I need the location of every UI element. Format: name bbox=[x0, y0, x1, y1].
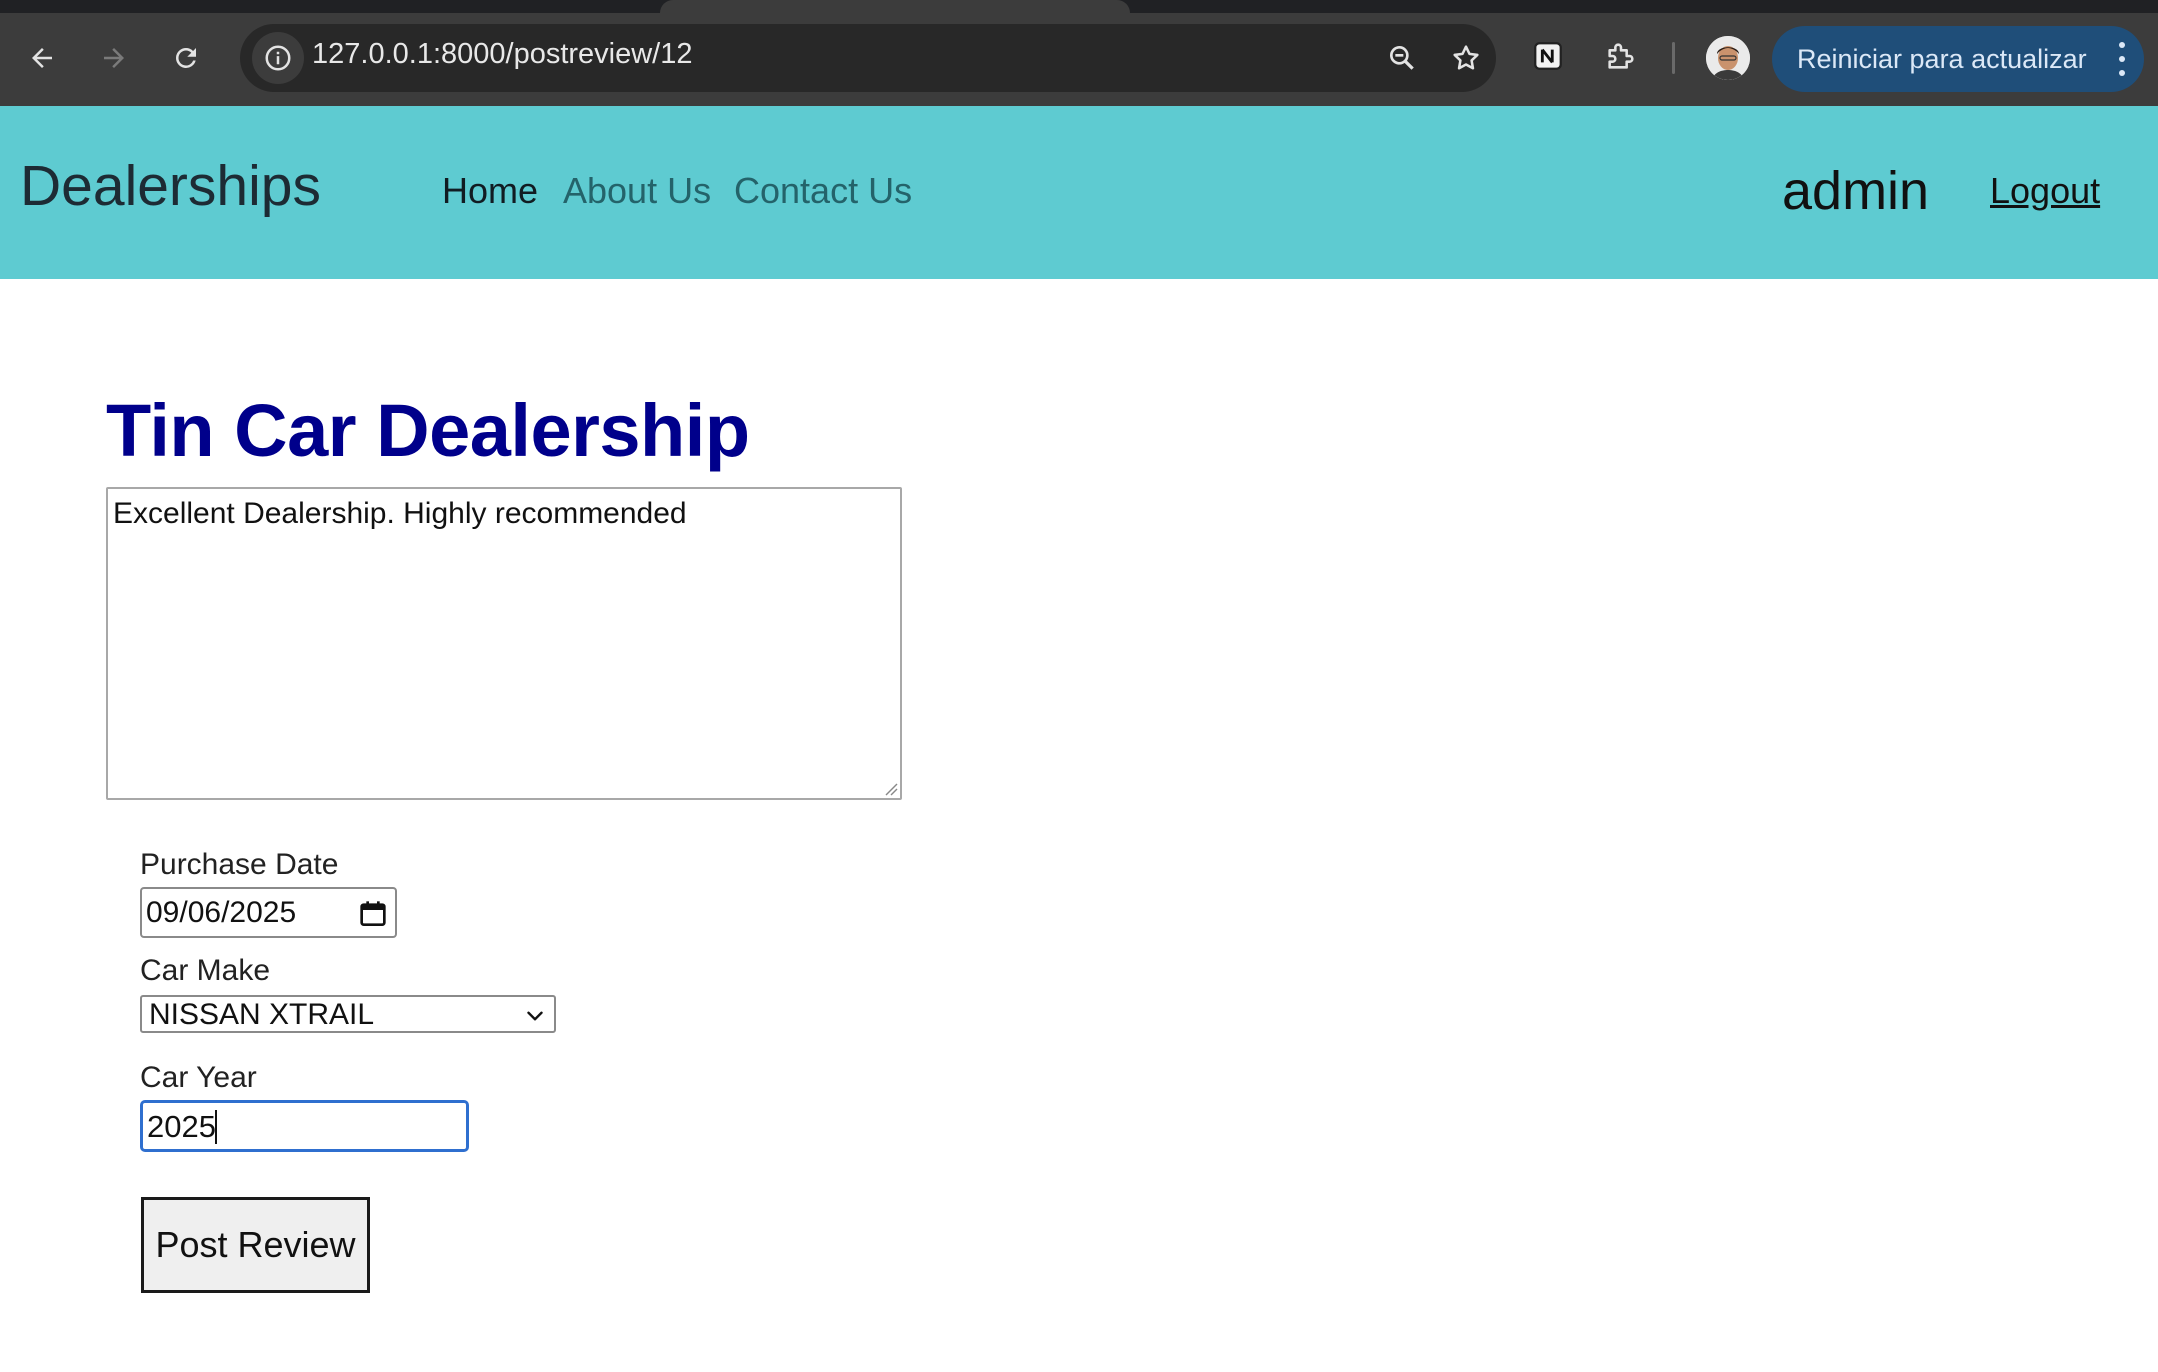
bookmark-button[interactable] bbox=[1444, 36, 1488, 80]
nav-link-home[interactable]: Home bbox=[442, 170, 538, 212]
car-make-selected-value: NISSAN XTRAIL bbox=[149, 998, 375, 1031]
review-textarea[interactable]: Excellent Dealership. Highly recommended bbox=[106, 487, 902, 800]
forward-button[interactable] bbox=[86, 30, 142, 86]
brand-logo-text[interactable]: Dealerships bbox=[20, 153, 321, 219]
info-icon bbox=[265, 45, 291, 71]
notion-extension-button[interactable] bbox=[1526, 34, 1570, 78]
car-year-input[interactable]: 2025 bbox=[140, 1100, 469, 1152]
reload-button[interactable] bbox=[158, 30, 214, 86]
relaunch-update-label: Reiniciar para actualizar bbox=[1797, 43, 2087, 74]
notion-icon bbox=[1534, 42, 1562, 70]
address-bar[interactable]: 127.0.0.1:8000/postreview/12 bbox=[240, 24, 1496, 92]
car-make-label: Car Make bbox=[140, 954, 271, 987]
nav-link-about-us[interactable]: About Us bbox=[563, 170, 711, 212]
car-make-select[interactable]: NISSAN XTRAIL bbox=[140, 995, 556, 1033]
active-tab[interactable] bbox=[660, 0, 1130, 13]
zoom-button[interactable] bbox=[1380, 36, 1424, 80]
reload-icon bbox=[176, 47, 196, 68]
purchase-date-input[interactable]: 09/06/2025 bbox=[140, 887, 397, 938]
site-navbar: Dealerships Home About Us Contact Us adm… bbox=[0, 106, 2158, 279]
username-label: admin bbox=[1782, 161, 1930, 221]
tab-strip bbox=[0, 0, 2158, 13]
purchase-date-label: Purchase Date bbox=[140, 848, 339, 881]
profile-avatar[interactable] bbox=[1706, 36, 1750, 80]
site-info-button[interactable] bbox=[252, 32, 304, 84]
toolbar-divider bbox=[1672, 42, 1675, 74]
car-year-label: Car Year bbox=[140, 1061, 257, 1094]
text-caret bbox=[215, 1110, 217, 1144]
zoom-icon bbox=[1390, 45, 1414, 70]
extensions-button[interactable] bbox=[1599, 34, 1643, 78]
back-arrow-icon bbox=[32, 48, 52, 68]
avatar-image bbox=[1706, 36, 1750, 80]
logout-link[interactable]: Logout bbox=[1990, 170, 2100, 212]
nav-link-contact-us[interactable]: Contact Us bbox=[734, 170, 912, 212]
back-button[interactable] bbox=[14, 30, 70, 86]
relaunch-update-button[interactable]: Reiniciar para actualizar bbox=[1772, 26, 2144, 92]
star-icon bbox=[1453, 45, 1479, 70]
post-review-button[interactable]: Post Review bbox=[141, 1197, 370, 1293]
calendar-icon[interactable] bbox=[357, 898, 389, 930]
url-text[interactable]: 127.0.0.1:8000/postreview/12 bbox=[312, 38, 693, 71]
more-menu-icon[interactable] bbox=[2118, 42, 2126, 76]
chevron-down-icon bbox=[527, 1011, 543, 1021]
puzzle-icon bbox=[1608, 43, 1634, 69]
purchase-date-value: 09/06/2025 bbox=[146, 896, 297, 929]
car-year-value: 2025 bbox=[147, 1109, 216, 1144]
browser-chrome: 127.0.0.1:8000/postreview/12 Reiniciar p… bbox=[0, 0, 2158, 106]
forward-arrow-icon bbox=[104, 48, 124, 68]
page-title: Tin Car Dealership bbox=[106, 389, 750, 472]
